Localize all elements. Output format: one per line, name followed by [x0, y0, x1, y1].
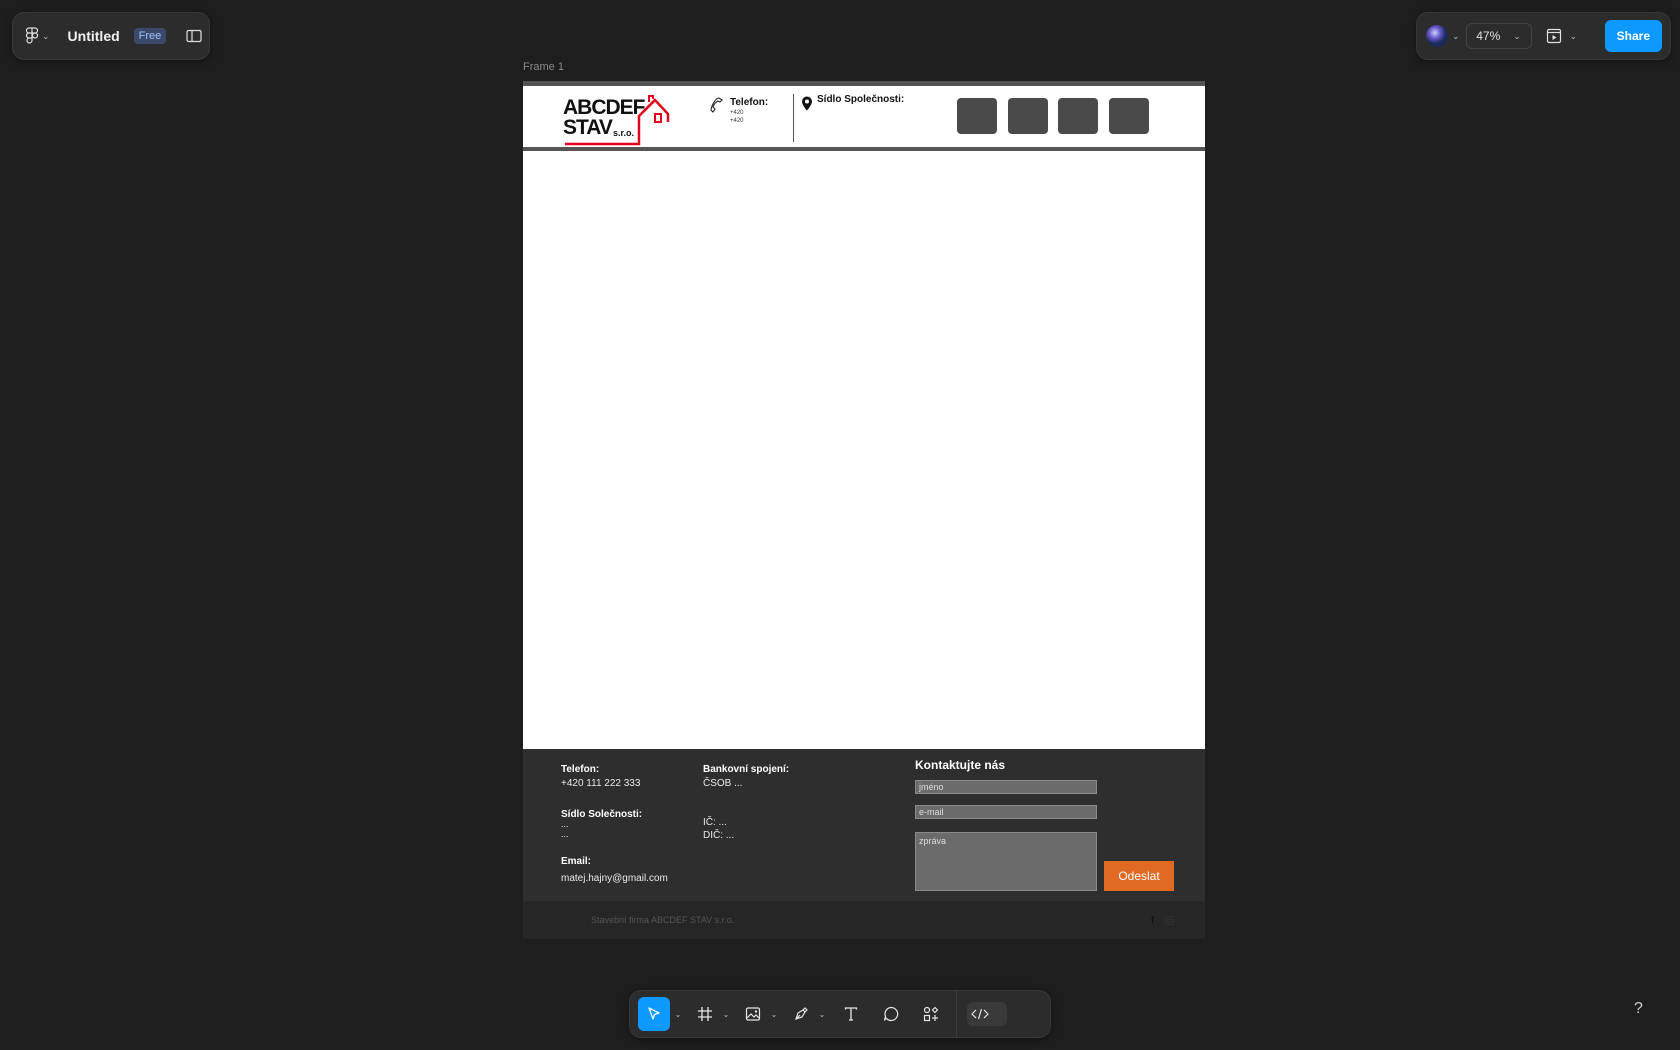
- name-field[interactable]: jméno: [915, 780, 1097, 794]
- help-button[interactable]: ?: [1634, 1000, 1643, 1018]
- user-avatar-button[interactable]: ⌄: [1425, 24, 1460, 48]
- bottom-toolbar: ⌄ ⌄ ⌄ ⌄: [629, 990, 1051, 1038]
- zoom-value: 47%: [1476, 29, 1501, 43]
- chevron-down-icon[interactable]: ⌄: [670, 1010, 686, 1019]
- footer-bank-value: ČSOB ...: [703, 778, 743, 789]
- chevron-down-icon[interactable]: ⌄: [718, 1010, 734, 1019]
- comment-icon: [883, 1006, 899, 1022]
- image-icon: [745, 1007, 761, 1021]
- toolbar-divider: [956, 990, 957, 1038]
- chevron-down-icon: ⌄: [42, 30, 50, 41]
- footer-ic: IČ: ...: [703, 817, 727, 828]
- site-header: ABCDEF STAV s.r.o. Telefon: +420 +420 Sí…: [523, 81, 1205, 151]
- footer-seat-line-1: ...: [561, 819, 569, 829]
- share-button[interactable]: Share: [1604, 20, 1662, 52]
- header-nav-box-2[interactable]: [1008, 98, 1048, 134]
- file-menu-panel: ⌄ Untitled Free: [12, 12, 210, 60]
- actions-tool-button[interactable]: [916, 997, 946, 1031]
- footer-phone-value: +420 111 222 333: [561, 778, 641, 789]
- text-tool-button[interactable]: [836, 997, 866, 1031]
- chevron-down-icon: ⌄: [1513, 30, 1521, 41]
- toggle-sidebar-button[interactable]: [186, 29, 202, 43]
- company-logo: ABCDEF STAV s.r.o.: [563, 92, 673, 148]
- header-nav-box-3[interactable]: [1058, 98, 1098, 134]
- pen-icon: [795, 1007, 808, 1020]
- header-nav-box-1[interactable]: [957, 98, 997, 134]
- header-seat-title: Sídlo Společnosti:: [817, 94, 905, 105]
- header-phone-line-1: +420: [730, 110, 744, 116]
- footer-bank-label: Bankovní spojení:: [703, 764, 790, 775]
- figma-menu-button[interactable]: ⌄: [25, 27, 50, 45]
- figma-logo-icon: [25, 27, 39, 44]
- cursor-icon: [648, 1007, 660, 1020]
- present-button[interactable]: ⌄: [1546, 28, 1578, 44]
- footer-seat-line-2: ...: [561, 829, 569, 839]
- chevron-down-icon[interactable]: ⌄: [814, 1010, 830, 1019]
- code-icon: [971, 1008, 989, 1020]
- header-phone-line-2: +420: [730, 118, 744, 124]
- pen-tool-button[interactable]: [788, 997, 814, 1031]
- logo-suffix: s.r.o.: [613, 128, 635, 138]
- comment-tool-button[interactable]: [876, 997, 906, 1031]
- footer-dic: DIČ: ...: [703, 830, 735, 841]
- footer-phone-label: Telefon:: [561, 764, 600, 775]
- site-footer: Telefon: +420 111 222 333 Sídlo Solečnos…: [523, 749, 1205, 901]
- location-pin-icon: [802, 96, 812, 111]
- zoom-dropdown[interactable]: 47% ⌄: [1465, 23, 1532, 49]
- file-title[interactable]: Untitled: [68, 28, 120, 44]
- avatar: [1426, 25, 1448, 47]
- sidebar-icon: [186, 29, 202, 43]
- footer-email-label: Email:: [561, 856, 592, 867]
- header-divider: [793, 94, 794, 142]
- logo-text-line2: STAV: [563, 116, 613, 139]
- actions-grid-icon: [923, 1006, 939, 1022]
- send-button[interactable]: Odeslat: [1104, 861, 1174, 891]
- phone-icon: [710, 97, 723, 113]
- footer-email-value: matej.hajny@gmail.com: [561, 873, 668, 884]
- plan-badge[interactable]: Free: [133, 28, 167, 44]
- frame-label[interactable]: Frame 1: [523, 61, 564, 73]
- email-field[interactable]: e-mail: [915, 805, 1097, 819]
- image-tool-button[interactable]: [740, 997, 766, 1031]
- footer-seat-label: Sídlo Solečnosti:: [561, 809, 643, 820]
- frame-hash-icon: [698, 1007, 712, 1021]
- chevron-down-icon: ⌄: [1569, 30, 1578, 41]
- frame-tool-button[interactable]: [692, 997, 718, 1031]
- chevron-down-icon[interactable]: ⌄: [766, 1010, 782, 1019]
- text-icon: [844, 1007, 858, 1021]
- message-field[interactable]: zpráva: [915, 832, 1097, 891]
- move-tool-button[interactable]: [638, 997, 670, 1031]
- header-phone-title: Telefon:: [730, 97, 769, 108]
- play-present-icon: [1546, 28, 1561, 44]
- design-frame[interactable]: ABCDEF STAV s.r.o. Telefon: +420 +420 Sí…: [523, 81, 1205, 939]
- chevron-down-icon: ⌄: [1452, 30, 1460, 41]
- footer-bottom-bar: Stavební firma ABCDEF STAV s.r.o. f: [523, 901, 1205, 939]
- contact-form-title: Kontaktujte nás: [915, 758, 1006, 772]
- header-nav-box-4[interactable]: [1109, 98, 1149, 134]
- instagram-icon[interactable]: [1165, 916, 1174, 925]
- share-panel: ⌄ 47% ⌄ ⌄ Share: [1416, 12, 1671, 60]
- copyright-text: Stavební firma ABCDEF STAV s.r.o.: [591, 915, 735, 925]
- facebook-icon[interactable]: f: [1151, 915, 1154, 925]
- dev-mode-toggle[interactable]: [967, 1002, 1007, 1026]
